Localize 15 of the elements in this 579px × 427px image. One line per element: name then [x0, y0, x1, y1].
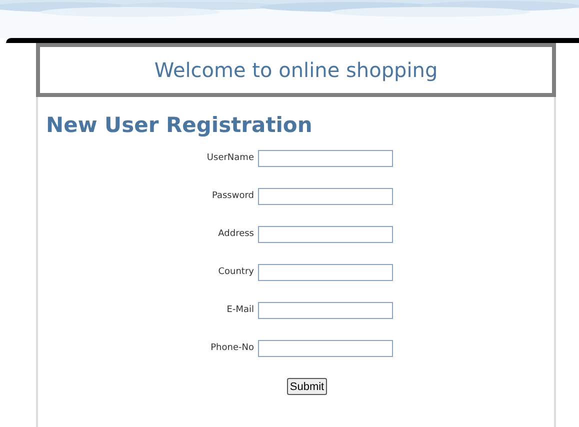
field-label: Address — [217, 228, 255, 241]
input-field[interactable] — [258, 264, 393, 281]
field-label: UserName — [206, 152, 255, 165]
submit-button[interactable]: Submit — [286, 378, 328, 395]
input-field[interactable] — [258, 340, 393, 357]
field-label: E-Mail — [226, 304, 255, 317]
input-field[interactable] — [258, 226, 393, 243]
form-title: New User Registration — [46, 113, 312, 137]
field-label: Password — [210, 190, 255, 203]
input-field[interactable] — [258, 188, 393, 205]
welcome-title: Welcome to online shopping — [154, 57, 438, 84]
field-label: Phone-No — [210, 342, 255, 355]
input-field[interactable] — [258, 150, 393, 167]
input-field[interactable] — [258, 302, 393, 319]
field-label: Country — [217, 266, 255, 279]
